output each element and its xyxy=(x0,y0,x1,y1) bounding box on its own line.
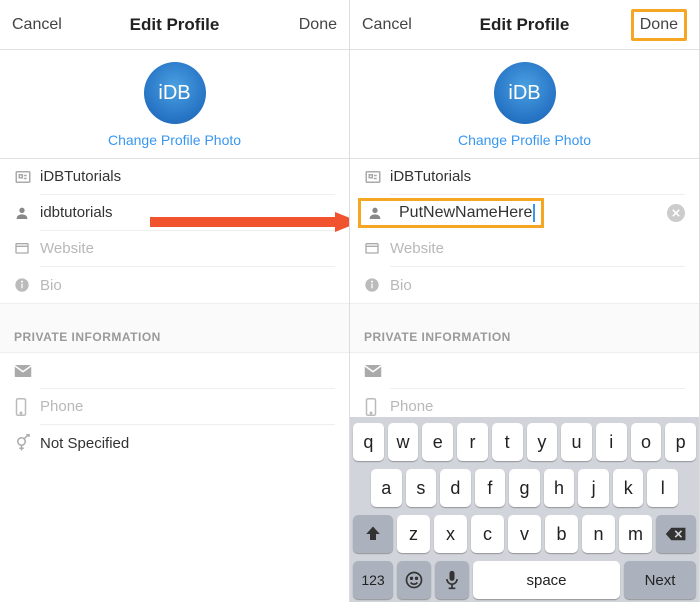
private-info-header: PRIVATE INFORMATION xyxy=(350,303,699,353)
space-key[interactable]: space xyxy=(473,561,620,599)
avatar[interactable]: iDB xyxy=(144,62,206,124)
screen-before: Cancel Edit Profile Done iDB Change Prof… xyxy=(0,0,350,602)
key-b[interactable]: b xyxy=(545,515,578,553)
username-value: idbtutorials xyxy=(40,204,113,221)
name-badge-icon xyxy=(14,168,40,186)
email-field-row[interactable] xyxy=(350,353,699,389)
name-value: iDBTutorials xyxy=(40,168,121,185)
header: Cancel Edit Profile Done xyxy=(350,0,699,50)
key-h[interactable]: h xyxy=(544,469,575,507)
phone-placeholder: Phone xyxy=(390,398,433,415)
key-c[interactable]: c xyxy=(471,515,504,553)
profile-fields: iDBTutorials PutNewNameHere Website xyxy=(350,159,699,425)
bio-placeholder: Bio xyxy=(40,277,62,294)
key-n[interactable]: n xyxy=(582,515,615,553)
key-e[interactable]: e xyxy=(422,423,453,461)
key-i[interactable]: i xyxy=(596,423,627,461)
website-placeholder: Website xyxy=(390,240,444,257)
name-badge-icon xyxy=(364,168,390,186)
ios-keyboard[interactable]: qwertyuiop asdfghjkl zxcvbnm 123 space N… xyxy=(350,417,699,602)
phone-placeholder: Phone xyxy=(40,398,83,415)
header: Cancel Edit Profile Done xyxy=(0,0,349,50)
key-v[interactable]: v xyxy=(508,515,541,553)
phone-field-row[interactable]: Phone xyxy=(0,389,349,425)
username-field-row[interactable]: PutNewNameHere xyxy=(350,195,699,231)
key-l[interactable]: l xyxy=(647,469,678,507)
person-icon xyxy=(14,205,40,221)
key-x[interactable]: x xyxy=(434,515,467,553)
key-t[interactable]: t xyxy=(492,423,523,461)
screen-after: Cancel Edit Profile Done iDB Change Prof… xyxy=(350,0,700,602)
name-field-row[interactable]: iDBTutorials xyxy=(350,159,699,195)
gender-field-row[interactable]: Not Specified xyxy=(0,425,349,461)
key-a[interactable]: a xyxy=(371,469,402,507)
gender-icon xyxy=(14,434,40,452)
username-input[interactable]: PutNewNameHere xyxy=(399,204,532,222)
bio-field-row[interactable]: Bio xyxy=(0,267,349,303)
backspace-key[interactable] xyxy=(656,515,696,553)
key-q[interactable]: q xyxy=(353,423,384,461)
private-info-header: PRIVATE INFORMATION xyxy=(0,303,349,353)
key-p[interactable]: p xyxy=(665,423,696,461)
gender-value: Not Specified xyxy=(40,435,129,452)
key-s[interactable]: s xyxy=(406,469,437,507)
done-button[interactable]: Done xyxy=(627,9,687,41)
name-value: iDBTutorials xyxy=(390,168,471,185)
text-cursor xyxy=(533,204,535,222)
key-j[interactable]: j xyxy=(578,469,609,507)
change-photo-link[interactable]: Change Profile Photo xyxy=(350,132,699,148)
key-w[interactable]: w xyxy=(388,423,419,461)
dictation-key[interactable] xyxy=(435,561,469,599)
numbers-key[interactable]: 123 xyxy=(353,561,393,599)
next-key[interactable]: Next xyxy=(624,561,696,599)
info-icon xyxy=(364,277,390,293)
avatar[interactable]: iDB xyxy=(494,62,556,124)
website-field-row[interactable]: Website xyxy=(0,231,349,267)
key-k[interactable]: k xyxy=(613,469,644,507)
website-field-row[interactable]: Website xyxy=(350,231,699,267)
person-icon xyxy=(367,205,393,221)
key-z[interactable]: z xyxy=(397,515,430,553)
change-photo-link[interactable]: Change Profile Photo xyxy=(0,132,349,148)
photo-section: iDB Change Profile Photo xyxy=(350,50,699,159)
clear-text-button[interactable] xyxy=(667,204,685,222)
mail-icon xyxy=(14,364,40,378)
username-highlight[interactable]: PutNewNameHere xyxy=(358,198,544,228)
key-r[interactable]: r xyxy=(457,423,488,461)
bio-field-row[interactable]: Bio xyxy=(350,267,699,303)
info-icon xyxy=(14,277,40,293)
done-highlight[interactable]: Done xyxy=(631,9,687,41)
phone-icon xyxy=(14,398,40,416)
key-o[interactable]: o xyxy=(631,423,662,461)
website-icon xyxy=(14,241,40,257)
key-m[interactable]: m xyxy=(619,515,652,553)
page-title: Edit Profile xyxy=(130,15,220,35)
shift-key[interactable] xyxy=(353,515,393,553)
cancel-button[interactable]: Cancel xyxy=(12,16,72,34)
bio-placeholder: Bio xyxy=(390,277,412,294)
phone-icon xyxy=(364,398,390,416)
emoji-key[interactable] xyxy=(397,561,431,599)
key-u[interactable]: u xyxy=(561,423,592,461)
mail-icon xyxy=(364,364,390,378)
key-y[interactable]: y xyxy=(527,423,558,461)
username-field-row[interactable]: idbtutorials xyxy=(0,195,349,231)
key-d[interactable]: d xyxy=(440,469,471,507)
page-title: Edit Profile xyxy=(480,15,570,35)
email-field-row[interactable] xyxy=(0,353,349,389)
profile-fields: iDBTutorials idbtutorials Website Bio PR… xyxy=(0,159,349,461)
key-g[interactable]: g xyxy=(509,469,540,507)
website-placeholder: Website xyxy=(40,240,94,257)
done-button[interactable]: Done xyxy=(277,16,337,34)
website-icon xyxy=(364,241,390,257)
cancel-button[interactable]: Cancel xyxy=(362,16,422,34)
photo-section: iDB Change Profile Photo xyxy=(0,50,349,159)
name-field-row[interactable]: iDBTutorials xyxy=(0,159,349,195)
key-f[interactable]: f xyxy=(475,469,506,507)
